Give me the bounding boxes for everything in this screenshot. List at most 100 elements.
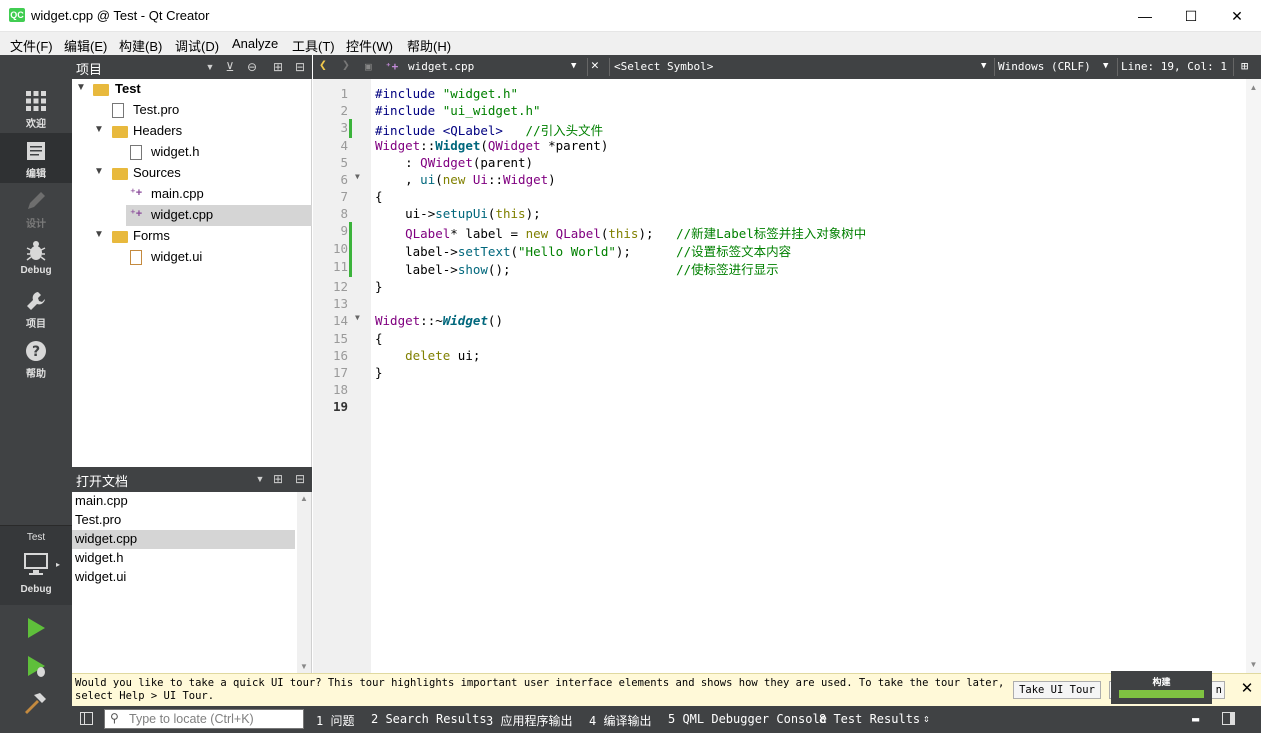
menu-edit[interactable]: 编辑(E) bbox=[64, 36, 107, 55]
pane-application-output[interactable]: 3 应用程序输出 bbox=[486, 712, 572, 729]
fold-icon[interactable]: ▼ bbox=[355, 313, 360, 322]
list-item[interactable]: Test.pro bbox=[72, 511, 295, 530]
pane-qml-debugger-console[interactable]: 5 QML Debugger Console bbox=[668, 712, 827, 726]
more-panes-icon[interactable]: ⇕ bbox=[923, 712, 930, 725]
pane-test-results[interactable]: 8 Test Results bbox=[819, 712, 920, 726]
tree-item-file[interactable]: widget.ui bbox=[72, 247, 312, 268]
code-line[interactable]: 9 QLabel* label = new QLabel(this); //新建… bbox=[313, 222, 1243, 241]
take-ui-tour-button[interactable]: Take UI Tour bbox=[1013, 681, 1101, 699]
mode-projects[interactable]: 项目 bbox=[0, 283, 72, 333]
split-icon[interactable]: ⊞ bbox=[270, 470, 286, 488]
pane-dropdown-icon[interactable]: ▼ bbox=[252, 470, 268, 488]
tree-item-file[interactable]: Test.pro bbox=[72, 100, 312, 121]
tree-item-file[interactable]: ⁺+ main.cpp bbox=[72, 184, 312, 205]
progress-details-icon[interactable]: ▬ bbox=[1192, 712, 1199, 726]
tree-item-project[interactable]: ▼ Test bbox=[72, 79, 312, 100]
chevron-down-icon[interactable]: ▼ bbox=[94, 166, 106, 180]
build-hammer-icon[interactable] bbox=[22, 691, 48, 715]
chevron-down-icon[interactable]: ▼ bbox=[94, 229, 106, 243]
line-ending-selector[interactable]: Windows (CRLF) bbox=[998, 60, 1091, 73]
tree-item-folder[interactable]: ▼ Sources bbox=[72, 163, 312, 184]
minimize-button[interactable]: — bbox=[1122, 0, 1168, 32]
mode-edit[interactable]: 编辑 bbox=[0, 133, 72, 183]
toggle-sidebar-icon[interactable] bbox=[80, 712, 93, 725]
run-icon[interactable] bbox=[24, 616, 48, 640]
code-line[interactable]: 11 label->show(); //使标签进行显示 bbox=[313, 258, 1243, 277]
code-line[interactable]: 7{ bbox=[313, 189, 1243, 206]
pane-issues[interactable]: 1 问题 bbox=[316, 712, 354, 729]
symbol-dropdown-icon[interactable]: ▼ bbox=[981, 61, 986, 71]
code-line[interactable]: 13 bbox=[313, 296, 1243, 313]
pane-dropdown-icon[interactable]: ▼ bbox=[202, 58, 218, 76]
kit-selector[interactable]: Test ▸ Debug bbox=[0, 525, 72, 605]
code-line[interactable]: 12} bbox=[313, 279, 1243, 296]
menu-debug[interactable]: 调试(D) bbox=[175, 36, 219, 55]
line-ending-dropdown-icon[interactable]: ▼ bbox=[1103, 61, 1108, 71]
scroll-down-icon[interactable]: ▼ bbox=[297, 662, 311, 671]
mode-debug[interactable]: Debug bbox=[0, 233, 72, 283]
toggle-right-sidebar-icon[interactable] bbox=[1222, 712, 1235, 725]
list-item-selected[interactable]: widget.cpp bbox=[72, 530, 295, 549]
chevron-down-icon[interactable]: ▼ bbox=[76, 82, 88, 96]
maximize-button[interactable]: ☐ bbox=[1168, 0, 1214, 32]
menu-tools[interactable]: 工具(T) bbox=[292, 36, 335, 55]
locator-input[interactable]: ⚲ Type to locate (Ctrl+K) bbox=[104, 709, 304, 729]
cursor-position[interactable]: Line: 19, Col: 1 bbox=[1121, 60, 1227, 73]
code-line[interactable]: 6 ▼ , ui(new Ui::Widget) bbox=[313, 172, 1243, 189]
chevron-down-icon[interactable]: ▼ bbox=[94, 124, 106, 138]
menu-analyze[interactable]: Analyze bbox=[232, 36, 278, 51]
code-line[interactable]: 17} bbox=[313, 365, 1243, 382]
scroll-up-icon[interactable]: ▲ bbox=[1246, 83, 1261, 92]
symbol-selector[interactable]: <Select Symbol> bbox=[614, 60, 713, 73]
close-pane-icon[interactable]: ⊟ bbox=[292, 58, 308, 76]
current-file-name[interactable]: widget.cpp bbox=[408, 60, 474, 73]
split-icon[interactable]: ⊞ bbox=[270, 58, 286, 76]
tree-item-file-selected[interactable]: ⁺+ widget.cpp bbox=[126, 205, 312, 226]
close-pane-icon[interactable]: ⊟ bbox=[292, 470, 308, 488]
debug-run-icon[interactable] bbox=[24, 654, 48, 678]
file-dropdown-icon[interactable]: ▼ bbox=[571, 61, 576, 71]
editor-scrollbar[interactable]: ▲ ▼ bbox=[1246, 79, 1261, 673]
close-button[interactable]: ✕ bbox=[1214, 0, 1260, 32]
menu-help[interactable]: 帮助(H) bbox=[407, 36, 451, 55]
split-editor-icon[interactable]: ⊞ bbox=[1241, 59, 1248, 73]
link-icon[interactable]: ⊖ bbox=[244, 58, 260, 76]
code-line[interactable]: 10 label->setText("Hello World"); //设置标签… bbox=[313, 240, 1243, 259]
code-line[interactable]: 19 bbox=[313, 399, 1243, 416]
scroll-down-icon[interactable]: ▼ bbox=[1246, 660, 1261, 669]
mode-welcome[interactable]: 欢迎 bbox=[0, 83, 72, 133]
code-line[interactable]: 16 delete ui; bbox=[313, 348, 1243, 365]
close-banner-icon[interactable]: ✕ bbox=[1238, 680, 1256, 698]
code-line[interactable]: 1 #include "widget.h" bbox=[313, 86, 1243, 103]
mode-design[interactable]: 设计 bbox=[0, 183, 72, 233]
code-line[interactable]: 4 Widget::Widget(QWidget *parent) bbox=[313, 138, 1243, 155]
fold-icon[interactable]: ▼ bbox=[355, 172, 360, 181]
back-arrow-icon[interactable]: ❮ bbox=[319, 58, 327, 73]
code-line[interactable]: 5 : QWidget(parent) bbox=[313, 155, 1243, 172]
scroll-up-icon[interactable]: ▲ bbox=[297, 494, 311, 503]
code-line[interactable]: 14 ▼ Widget::~Widget() bbox=[313, 313, 1243, 330]
code-line[interactable]: 2 #include "ui_widget.h" bbox=[313, 103, 1243, 120]
tree-item-folder[interactable]: ▼ Headers bbox=[72, 121, 312, 142]
list-item[interactable]: widget.ui bbox=[72, 568, 295, 587]
menu-build[interactable]: 构建(B) bbox=[119, 36, 162, 55]
pane-compile-output[interactable]: 4 编译输出 bbox=[589, 712, 651, 729]
pane-search-results[interactable]: 2 Search Results bbox=[371, 712, 487, 726]
code-line[interactable]: 18 bbox=[313, 382, 1243, 399]
menu-file[interactable]: 文件(F) bbox=[10, 36, 53, 55]
code-editor[interactable]: 1 #include "widget.h" 2 #include "ui_widget… bbox=[313, 79, 1261, 673]
code-line[interactable]: 15 { bbox=[313, 331, 1243, 348]
tree-item-folder[interactable]: ▼ Forms bbox=[72, 226, 312, 247]
tree-item-file[interactable]: widget.h bbox=[72, 142, 312, 163]
list-item[interactable]: widget.h bbox=[72, 549, 295, 568]
mode-help[interactable]: ? 帮助 bbox=[0, 333, 72, 383]
filter-icon[interactable]: ⊻ bbox=[222, 58, 238, 76]
build-progress[interactable]: 构建 bbox=[1111, 671, 1212, 704]
code-line[interactable]: 3 #include <QLabel> //引入头文件 bbox=[313, 119, 1243, 138]
code-line[interactable]: 8 ui->setupUi(this); bbox=[313, 206, 1243, 223]
menu-widget[interactable]: 控件(W) bbox=[346, 36, 393, 55]
close-file-icon[interactable]: ✕ bbox=[591, 58, 599, 73]
list-item[interactable]: main.cpp bbox=[72, 492, 295, 511]
forward-arrow-icon[interactable]: ❯ bbox=[342, 58, 350, 73]
docs-scrollbar[interactable]: ▲ ▼ bbox=[297, 492, 311, 673]
